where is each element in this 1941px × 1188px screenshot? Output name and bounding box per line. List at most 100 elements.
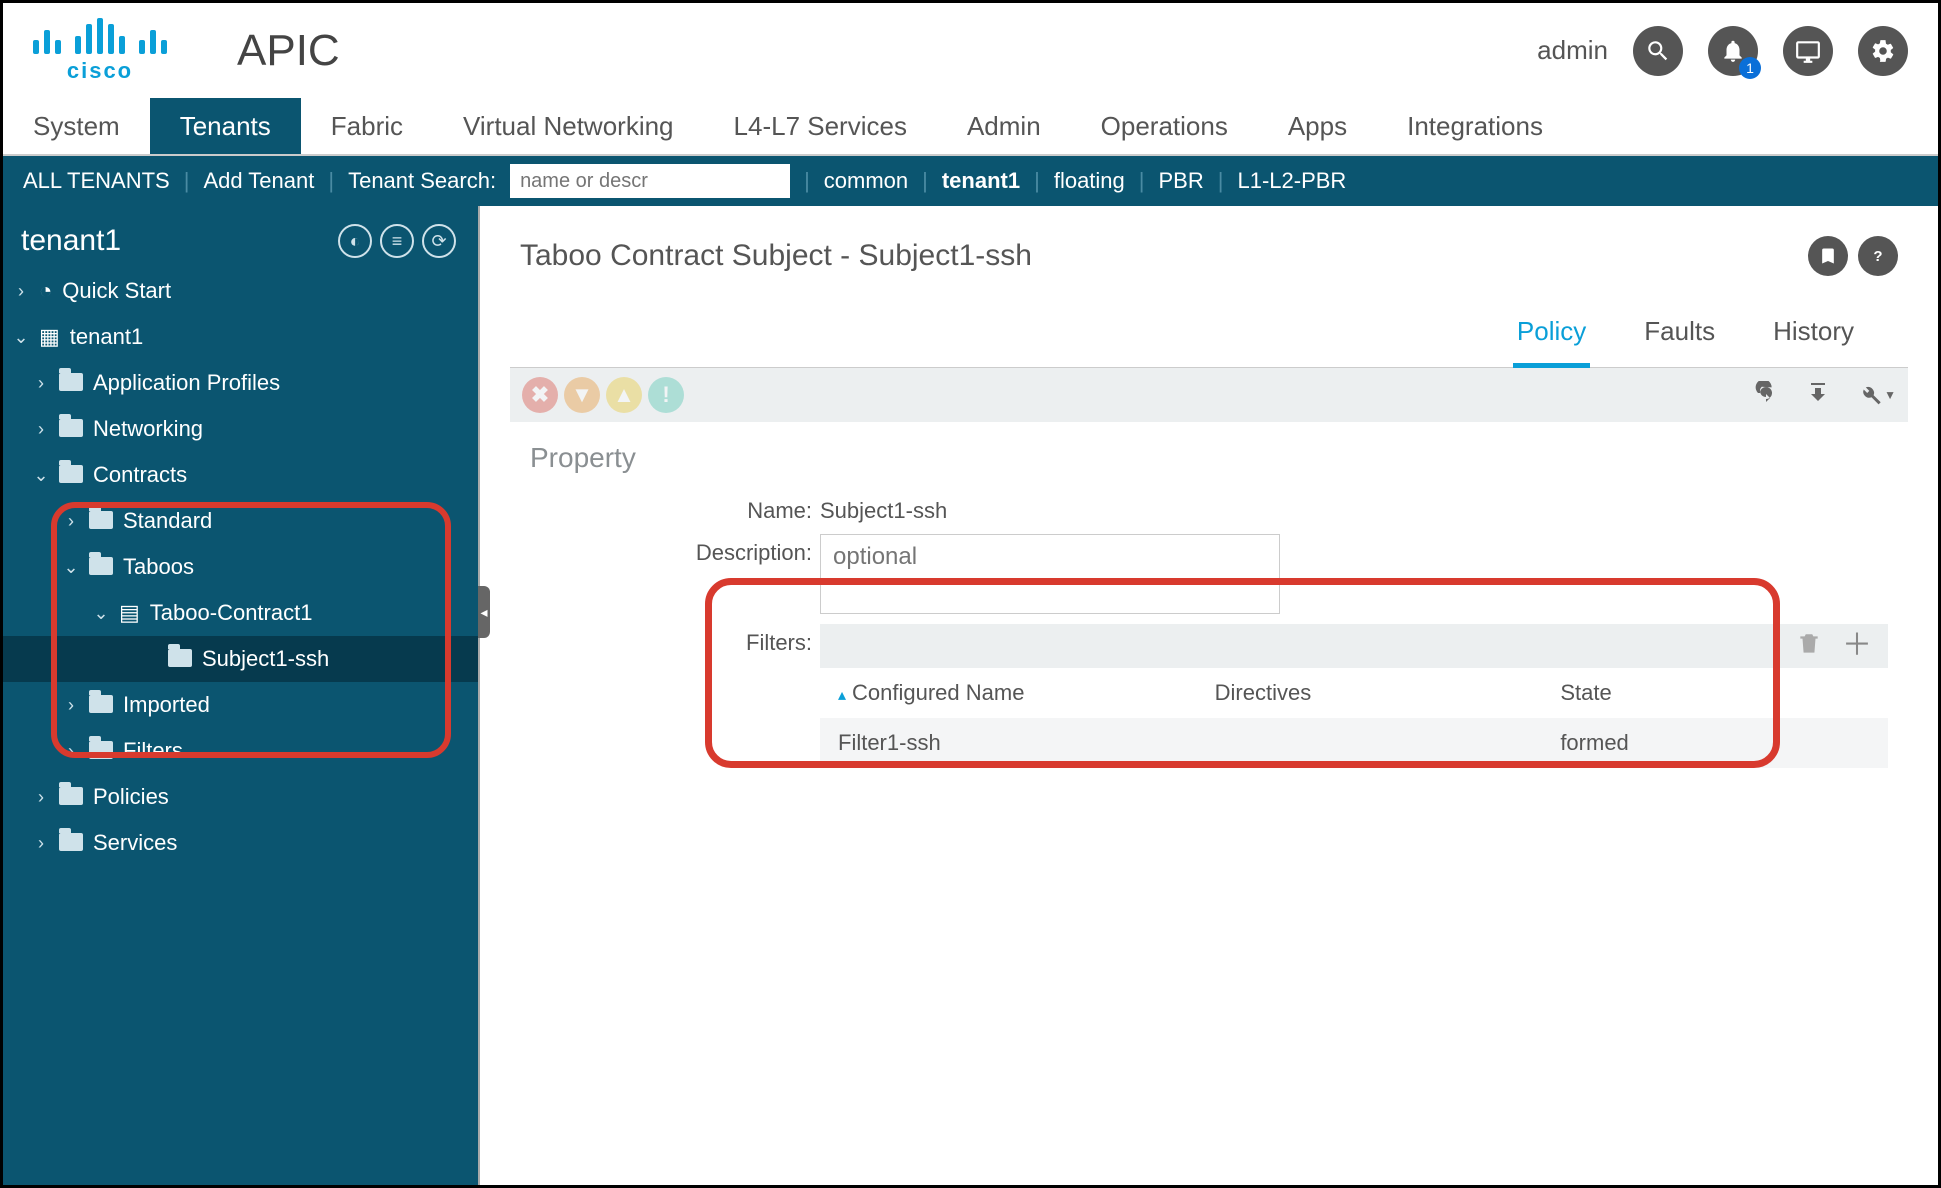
folder-icon xyxy=(89,741,113,759)
tree-filter-icon[interactable]: ≡ xyxy=(380,224,414,258)
sidebar-root-title: tenant1 xyxy=(21,224,121,258)
tenant-link-floating[interactable]: floating xyxy=(1054,168,1125,194)
alerts-button[interactable]: 1 xyxy=(1708,26,1758,76)
tree-imported[interactable]: ›Imported xyxy=(3,682,478,728)
quickstart-icon: ◔ xyxy=(39,278,52,304)
question-icon: ? xyxy=(1868,246,1888,266)
tab-history[interactable]: History xyxy=(1769,306,1858,367)
bookmark-button[interactable] xyxy=(1808,236,1848,276)
alert-count-badge: 1 xyxy=(1739,57,1761,79)
nav-tree: ›◔Quick Start ⌄▦tenant1 ›Application Pro… xyxy=(3,268,478,866)
tree-collapse-icon[interactable]: ◐ xyxy=(338,224,372,258)
folder-icon xyxy=(59,787,83,805)
property-section: Property Name: Subject1-ssh Description:… xyxy=(480,422,1938,798)
product-title: APIC xyxy=(237,26,340,76)
add-filter-button[interactable]: ＋ xyxy=(1842,631,1872,661)
tree-policies[interactable]: ›Policies xyxy=(3,774,478,820)
add-tenant-link[interactable]: Add Tenant xyxy=(203,168,314,194)
description-label: Description: xyxy=(530,534,820,566)
table-row[interactable]: Filter1-ssh formed xyxy=(820,718,1888,768)
tree-quickstart[interactable]: ›◔Quick Start xyxy=(3,268,478,314)
dashboard-button[interactable] xyxy=(1783,26,1833,76)
download-icon xyxy=(1806,381,1830,405)
bookmark-icon xyxy=(1818,246,1838,266)
fault-minor-icon[interactable]: ▲ xyxy=(606,377,642,413)
primary-nav: System Tenants Fabric Virtual Networking… xyxy=(3,98,1938,156)
nav-admin[interactable]: Admin xyxy=(937,98,1071,154)
tree-taboos[interactable]: ⌄Taboos xyxy=(3,544,478,590)
gear-icon xyxy=(1870,38,1896,64)
tools-button[interactable]: ▼ xyxy=(1858,383,1896,407)
col-configured-name[interactable]: ▴Configured Name xyxy=(820,668,1197,718)
help-button[interactable]: ? xyxy=(1858,236,1898,276)
grid-icon: ▦ xyxy=(39,324,60,350)
refresh-button[interactable] xyxy=(1754,381,1778,410)
col-directives[interactable]: Directives xyxy=(1197,668,1543,718)
folder-icon xyxy=(89,511,113,529)
content-pane: ◂ Taboo Contract Subject - Subject1-ssh … xyxy=(478,206,1938,1185)
property-heading: Property xyxy=(530,442,1888,474)
tree-subject1-ssh[interactable]: Subject1-ssh xyxy=(3,636,478,682)
tenant-search-label: Tenant Search: xyxy=(348,168,496,194)
folder-icon xyxy=(89,695,113,713)
tenant-subbar: ALL TENANTS | Add Tenant | Tenant Search… xyxy=(3,156,1938,206)
tree-refresh-icon[interactable]: ⟳ xyxy=(422,224,456,258)
folder-icon xyxy=(59,833,83,851)
cell-state: formed xyxy=(1542,718,1888,768)
brand-block: cisco APIC xyxy=(33,18,340,84)
cisco-wordmark: cisco xyxy=(67,58,133,84)
download-button[interactable] xyxy=(1806,381,1830,410)
search-icon xyxy=(1645,38,1671,64)
nav-fabric[interactable]: Fabric xyxy=(301,98,433,154)
tree-standard[interactable]: ›Standard xyxy=(3,498,478,544)
tenant-link-tenant1[interactable]: tenant1 xyxy=(942,168,1020,194)
col-state[interactable]: State xyxy=(1542,668,1888,718)
content-toolbar: ✖ ▼ ▲ ! ▼ xyxy=(510,368,1908,422)
tab-faults[interactable]: Faults xyxy=(1640,306,1719,367)
cisco-logo: cisco xyxy=(33,18,167,84)
nav-virtual-networking[interactable]: Virtual Networking xyxy=(433,98,704,154)
filters-table: ▴Configured Name Directives State Filter… xyxy=(820,668,1888,768)
folder-icon xyxy=(168,649,192,667)
delete-filter-button[interactable] xyxy=(1796,631,1822,662)
settings-button[interactable] xyxy=(1858,26,1908,76)
nav-apps[interactable]: Apps xyxy=(1258,98,1377,154)
refresh-icon xyxy=(1754,381,1778,405)
tree-services[interactable]: ›Services xyxy=(3,820,478,866)
app-header: cisco APIC admin 1 xyxy=(3,3,1938,98)
wrench-icon xyxy=(1858,383,1882,407)
tab-policy[interactable]: Policy xyxy=(1513,306,1590,368)
cell-name: Filter1-ssh xyxy=(820,718,1197,768)
search-button[interactable] xyxy=(1633,26,1683,76)
cell-directives xyxy=(1197,718,1543,768)
nav-integrations[interactable]: Integrations xyxy=(1377,98,1573,154)
current-user-label[interactable]: admin xyxy=(1537,35,1608,66)
name-value: Subject1-ssh xyxy=(820,492,947,524)
trash-icon xyxy=(1796,631,1822,657)
tree-application-profiles[interactable]: ›Application Profiles xyxy=(3,360,478,406)
fault-major-icon[interactable]: ▼ xyxy=(564,377,600,413)
nav-tenants[interactable]: Tenants xyxy=(150,98,301,154)
svg-text:?: ? xyxy=(1873,248,1882,265)
fault-critical-icon[interactable]: ✖ xyxy=(522,377,558,413)
all-tenants-link[interactable]: ALL TENANTS xyxy=(23,168,170,194)
nav-l4l7[interactable]: L4-L7 Services xyxy=(704,98,937,154)
tree-tenant1[interactable]: ⌄▦tenant1 xyxy=(3,314,478,360)
fault-warning-icon[interactable]: ! xyxy=(648,377,684,413)
tenant-link-common[interactable]: common xyxy=(824,168,908,194)
contract-icon: ▤ xyxy=(119,600,140,626)
tenant-link-l1l2pbr[interactable]: L1-L2-PBR xyxy=(1237,168,1346,194)
tree-taboo-contract1[interactable]: ⌄▤Taboo-Contract1 xyxy=(3,590,478,636)
tree-networking[interactable]: ›Networking xyxy=(3,406,478,452)
page-title: Taboo Contract Subject - Subject1-ssh xyxy=(520,239,1032,273)
folder-icon xyxy=(89,557,113,575)
tenant-search-input[interactable] xyxy=(510,164,790,198)
folder-icon xyxy=(59,373,83,391)
nav-system[interactable]: System xyxy=(3,98,150,154)
tree-contracts[interactable]: ⌄Contracts xyxy=(3,452,478,498)
nav-operations[interactable]: Operations xyxy=(1071,98,1258,154)
tenant-link-pbr[interactable]: PBR xyxy=(1159,168,1204,194)
monitor-icon xyxy=(1795,38,1821,64)
tree-filters[interactable]: ›Filters xyxy=(3,728,478,774)
description-input[interactable] xyxy=(820,534,1280,614)
